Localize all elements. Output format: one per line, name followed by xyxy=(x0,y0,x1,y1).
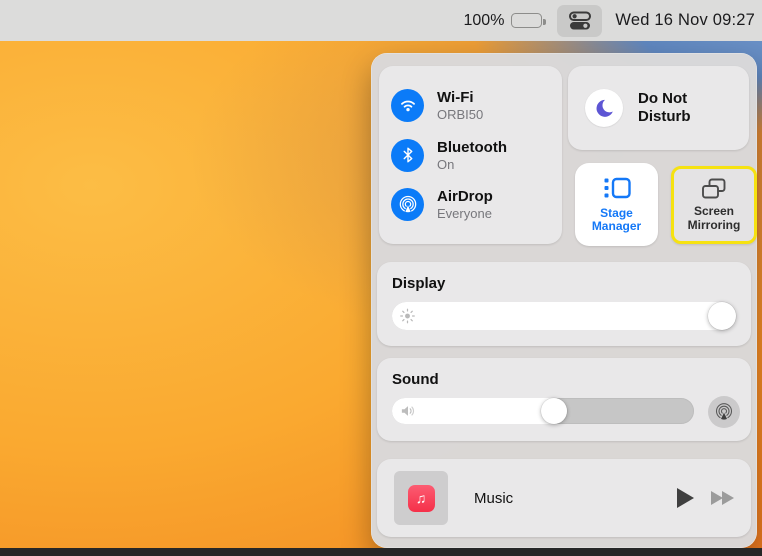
brightness-fill xyxy=(392,302,736,330)
music-card[interactable]: ♫ Music xyxy=(377,459,751,537)
airdrop-row[interactable]: AirDrop Everyone xyxy=(391,188,562,221)
album-art-placeholder: ♫ xyxy=(394,471,448,525)
bluetooth-text: Bluetooth On xyxy=(437,139,507,172)
screen-mirroring-label: Screen Mirroring xyxy=(684,205,744,232)
music-app-label: Music xyxy=(474,490,513,507)
airdrop-label: AirDrop xyxy=(437,188,493,206)
airplay-audio-icon xyxy=(714,402,734,422)
screen-mirroring-card[interactable]: Screen Mirroring xyxy=(671,166,757,244)
music-app-icon: ♫ xyxy=(408,485,435,512)
stage-manager-label: Stage Manager xyxy=(588,207,646,234)
menubar-clock[interactable]: Wed 16 Nov 09:27 xyxy=(615,11,755,30)
volume-knob[interactable] xyxy=(541,398,567,424)
bluetooth-row[interactable]: Bluetooth On xyxy=(391,139,562,172)
airdrop-text: AirDrop Everyone xyxy=(437,188,493,221)
volume-speaker-icon xyxy=(400,404,416,418)
play-icon[interactable] xyxy=(677,488,694,508)
battery-icon[interactable] xyxy=(511,13,542,28)
airdrop-icon xyxy=(391,188,424,221)
control-center-panel: Wi-Fi ORBI50 Bluetooth On xyxy=(371,53,757,548)
menu-bar: 100% Wed 16 Nov 09:27 xyxy=(0,0,762,41)
display-label: Display xyxy=(392,275,736,292)
bluetooth-label: Bluetooth xyxy=(437,139,507,157)
battery-nub xyxy=(543,19,546,25)
screen-mirroring-icon xyxy=(701,178,727,200)
volume-fill xyxy=(392,398,567,424)
do-not-disturb-label: Do Not Disturb xyxy=(638,90,704,126)
stage-manager-card[interactable]: Stage Manager xyxy=(575,163,658,246)
display-card: Display xyxy=(377,262,751,346)
sound-label: Sound xyxy=(392,371,736,388)
music-controls xyxy=(677,488,734,508)
stage-manager-icon xyxy=(603,176,631,200)
airplay-audio-button[interactable] xyxy=(708,396,740,428)
brightness-knob[interactable] xyxy=(708,302,736,330)
sound-card: Sound xyxy=(377,358,751,441)
fast-forward-icon[interactable] xyxy=(711,491,734,505)
wifi-row[interactable]: Wi-Fi ORBI50 xyxy=(391,89,562,122)
bluetooth-icon xyxy=(391,139,424,172)
brightness-slider[interactable] xyxy=(392,302,736,330)
control-center-button[interactable] xyxy=(557,5,602,37)
volume-slider[interactable] xyxy=(392,398,694,424)
wifi-icon xyxy=(391,89,424,122)
battery-percent[interactable]: 100% xyxy=(464,12,505,30)
screen-bottom-edge xyxy=(0,548,762,556)
do-not-disturb-card[interactable]: Do Not Disturb xyxy=(568,66,749,150)
moon-icon xyxy=(593,97,615,119)
brightness-sun-icon xyxy=(400,309,415,324)
airdrop-mode: Everyone xyxy=(437,206,493,221)
wifi-network-name: ORBI50 xyxy=(437,107,483,122)
connectivity-card: Wi-Fi ORBI50 Bluetooth On xyxy=(379,66,562,244)
wifi-label: Wi-Fi xyxy=(437,89,483,107)
control-center-toggles-icon xyxy=(568,11,592,31)
bluetooth-status: On xyxy=(437,157,507,172)
wifi-text: Wi-Fi ORBI50 xyxy=(437,89,483,122)
moon-icon-circle xyxy=(585,89,623,127)
